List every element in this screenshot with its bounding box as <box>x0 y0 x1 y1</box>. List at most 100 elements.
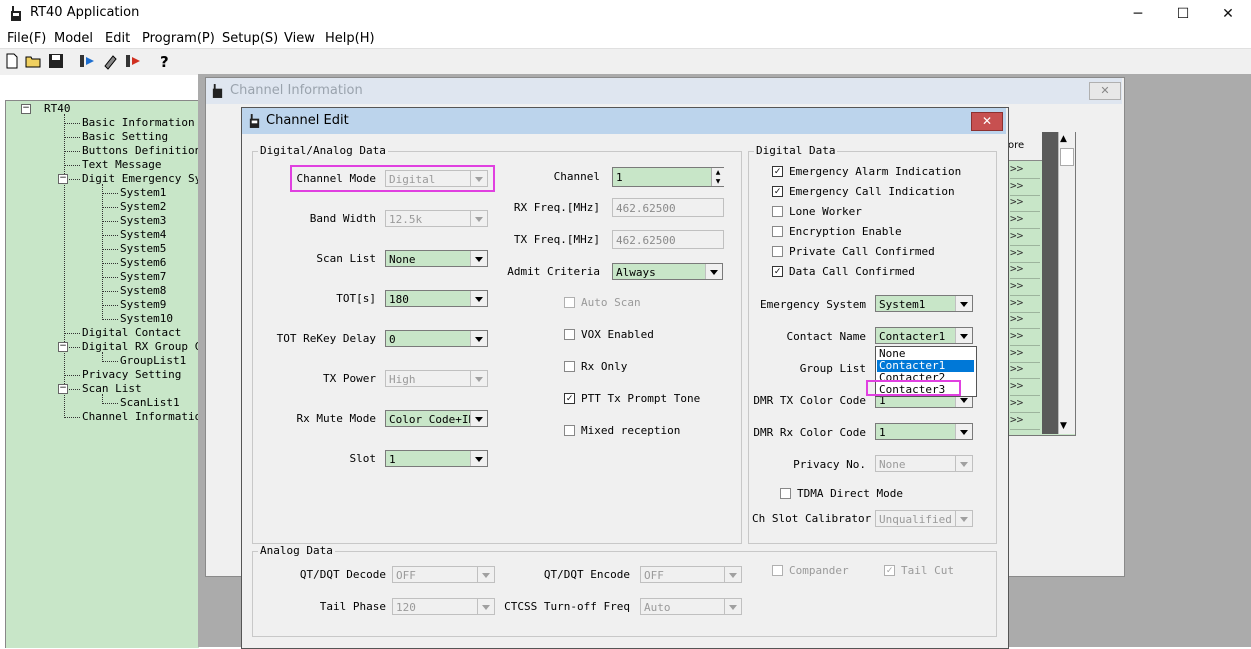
tree-item[interactable]: System10 <box>120 312 173 325</box>
rx-freq-field[interactable]: 462.62500 <box>612 198 724 217</box>
tree-item[interactable]: Scan List <box>82 382 142 395</box>
scan-list-select[interactable]: None <box>385 250 488 267</box>
minimize-button[interactable]: ─ <box>1115 0 1161 28</box>
grid-cell[interactable]: >> <box>1010 246 1040 263</box>
tree-item[interactable]: Buttons Definitions <box>82 144 208 157</box>
tree-item[interactable]: Text Message <box>82 158 161 171</box>
tree-item[interactable]: System5 <box>120 242 166 255</box>
grid-cell[interactable]: >> <box>1010 379 1040 397</box>
tree-item[interactable]: ScanList1 <box>120 396 180 409</box>
maximize-button[interactable]: ☐ <box>1160 0 1206 28</box>
scroll-up-icon[interactable]: ▲ <box>1060 134 1067 144</box>
tree-collapse-icon[interactable]: − <box>58 174 68 184</box>
privacy-no-select[interactable]: None <box>875 455 973 472</box>
grid-cell[interactable]: >> <box>1010 262 1040 280</box>
tree-item[interactable]: System3 <box>120 214 166 227</box>
tree-connector <box>102 403 118 404</box>
spin-up-icon[interactable]: ▲ <box>711 168 724 177</box>
new-file-icon[interactable] <box>3 52 21 70</box>
menu-edit[interactable]: Edit <box>105 31 130 46</box>
band-width-select[interactable]: 12.5k <box>385 210 488 227</box>
tree-item[interactable]: System6 <box>120 256 166 269</box>
tx-freq-field[interactable]: 462.62500 <box>612 230 724 249</box>
tree-collapse-icon[interactable]: − <box>21 104 31 114</box>
write-radio-icon[interactable] <box>102 52 120 70</box>
window-title: RT40 Application <box>30 5 140 20</box>
tot-select[interactable]: 180 <box>385 290 488 307</box>
tree-collapse-icon[interactable]: − <box>58 384 68 394</box>
admit-criteria-select[interactable]: Always <box>612 263 723 280</box>
tree-item[interactable]: System7 <box>120 270 166 283</box>
tx-power-select[interactable]: High <box>385 370 488 387</box>
grid-cell[interactable]: >> <box>1010 362 1040 380</box>
tree-item[interactable]: Digital Contact <box>82 326 181 339</box>
tree-item[interactable]: System2 <box>120 200 166 213</box>
close-button[interactable]: ✕ <box>1205 0 1251 28</box>
rx-mute-select[interactable]: Color Code+ID <box>385 410 488 427</box>
tree-item[interactable]: System8 <box>120 284 166 297</box>
grid-cell[interactable]: >> <box>1010 212 1040 230</box>
tot-rekey-select[interactable]: 0 <box>385 330 488 347</box>
tail-phase-select[interactable]: 120 <box>392 598 495 615</box>
channel-information-close-button[interactable]: ✕ <box>1089 82 1121 100</box>
scroll-down-icon[interactable]: ▼ <box>1060 421 1067 431</box>
scroll-thumb[interactable] <box>1060 148 1074 166</box>
menu-program[interactable]: Program(P) <box>142 31 215 46</box>
open-folder-icon[interactable] <box>25 52 43 70</box>
slot-select[interactable]: 1 <box>385 450 488 467</box>
ch-slot-cal-label: Ch Slot Calibrator <box>752 512 872 525</box>
auto-scan-label: Auto Scan <box>581 296 641 309</box>
tree-item[interactable]: Digital RX Group Ca <box>82 340 208 353</box>
channel-spinner[interactable]: 1 <box>612 167 724 187</box>
window-icon <box>212 84 223 98</box>
read-radio-icon[interactable] <box>78 52 96 70</box>
tree-item[interactable]: Digit Emergency Sys <box>82 172 208 185</box>
grid-cell[interactable]: >> <box>1010 329 1040 346</box>
grid-cell[interactable]: >> <box>1010 346 1040 363</box>
grid-cell[interactable]: >> <box>1010 296 1040 313</box>
grid-cell[interactable]: >> <box>1010 413 1040 430</box>
check-icon: ✓ <box>772 186 783 197</box>
spin-down-icon[interactable]: ▼ <box>711 177 724 186</box>
menu-setup[interactable]: Setup(S) <box>222 31 278 46</box>
grid-cell[interactable]: >> <box>1010 162 1040 179</box>
dmr-rx-cc-select[interactable]: 1 <box>875 423 973 440</box>
emergency-system-select[interactable]: System1 <box>875 295 973 312</box>
tree-item[interactable]: GroupList1 <box>120 354 186 367</box>
privacy-no-label: Privacy No. <box>793 458 866 471</box>
menu-view[interactable]: View <box>284 31 315 46</box>
grid-cell[interactable]: >> <box>1010 195 1040 213</box>
tree-item[interactable]: System1 <box>120 186 166 199</box>
save-icon[interactable] <box>47 52 65 70</box>
tree-connector <box>64 417 80 418</box>
grid-cell[interactable]: >> <box>1010 396 1040 413</box>
tree-item[interactable]: Basic Information <box>82 116 195 129</box>
ctcss-select[interactable]: Auto <box>640 598 742 615</box>
transfer-icon[interactable] <box>124 52 142 70</box>
svg-text:?: ? <box>160 53 169 70</box>
grid-scrollbar[interactable] <box>1058 132 1075 434</box>
menu-help[interactable]: Help(H) <box>325 31 375 46</box>
grid-cell[interactable]: >> <box>1010 279 1040 296</box>
tree-item[interactable]: Basic Setting <box>82 130 168 143</box>
tree-item[interactable]: System9 <box>120 298 166 311</box>
rx-freq-label: RX Freq.[MHz] <box>513 201 600 214</box>
grid-cell[interactable]: >> <box>1010 312 1040 330</box>
tree-item[interactable]: Channel Information <box>82 410 208 423</box>
grid-cell[interactable]: >> <box>1010 179 1040 196</box>
ch-slot-cal-select[interactable]: Unqualified <box>875 510 973 527</box>
tree-item[interactable]: System4 <box>120 228 166 241</box>
tree-collapse-icon[interactable]: − <box>58 342 68 352</box>
menu-file[interactable]: File(F) <box>7 31 46 46</box>
help-icon[interactable]: ? <box>156 52 174 70</box>
grid-cell[interactable]: >> <box>1010 229 1040 246</box>
qt-decode-select[interactable]: OFF <box>392 566 495 583</box>
menu-model[interactable]: Model <box>54 31 93 46</box>
tree-root[interactable]: RT40 <box>44 102 71 115</box>
contact-name-select[interactable]: Contacter1 <box>875 327 973 344</box>
tree-item[interactable]: Privacy Setting <box>82 368 181 381</box>
chevron-down-icon <box>470 411 487 426</box>
mixed-reception-label: Mixed reception <box>581 424 681 437</box>
qt-encode-select[interactable]: OFF <box>640 566 742 583</box>
dialog-close-button[interactable]: ✕ <box>971 112 1003 131</box>
